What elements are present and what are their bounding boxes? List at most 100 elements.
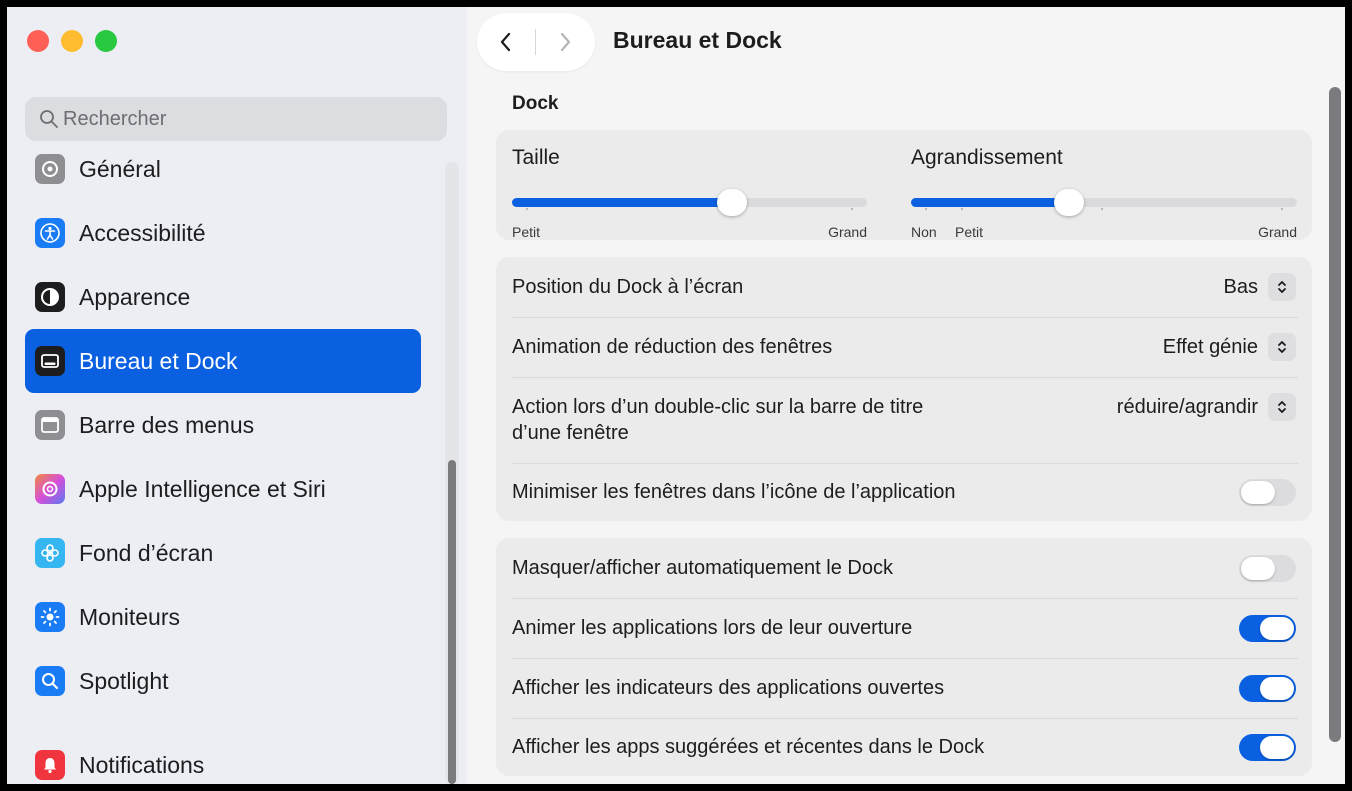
minimize-into-app-row: Minimiser les fenêtres dans l’icône de l… bbox=[496, 463, 1312, 521]
sidebar-item-displays[interactable]: Moniteurs bbox=[25, 585, 421, 649]
display-icon bbox=[35, 602, 65, 632]
size-slider-ticks bbox=[512, 208, 867, 214]
sidebar-item-desktop-dock[interactable]: Bureau et Dock bbox=[25, 329, 421, 393]
autohide-label: Masquer/afficher automatiquement le Dock bbox=[512, 557, 893, 579]
show-suggested-toggle[interactable] bbox=[1239, 733, 1296, 761]
sidebar-item-label: Général bbox=[79, 155, 161, 182]
sidebar-item-label: Barre des menus bbox=[79, 411, 255, 438]
dock-position-label: Position du Dock à l’écran bbox=[512, 276, 744, 298]
magnification-slider-min-label: Petit bbox=[955, 224, 984, 240]
accessibility-icon bbox=[35, 218, 65, 248]
autohide-row: Masquer/afficher automatiquement le Dock bbox=[496, 538, 1312, 598]
zoom-button[interactable] bbox=[95, 30, 117, 52]
dock-behavior-card: Position du Dock à l’écran Bas Animation… bbox=[496, 257, 1312, 521]
chevron-left-icon bbox=[500, 32, 511, 52]
toggle-knob bbox=[1241, 556, 1275, 580]
dock-icon bbox=[35, 346, 65, 376]
sidebar-scrollbar[interactable] bbox=[448, 460, 456, 784]
close-button[interactable] bbox=[27, 30, 49, 52]
sidebar-item-label: Spotlight bbox=[79, 667, 169, 694]
double-click-row: Action lors d’un double-clic sur la barr… bbox=[496, 377, 1312, 463]
slider-tick bbox=[1281, 208, 1283, 210]
minimize-effect-popup[interactable]: Effet génie bbox=[1163, 333, 1296, 361]
sidebar-item-apple-intelligence-siri[interactable]: Apple Intelligence et Siri bbox=[25, 457, 421, 521]
slider-tick bbox=[925, 208, 927, 210]
minimize-button[interactable] bbox=[61, 30, 83, 52]
minimize-into-app-label: Minimiser les fenêtres dans l’icône de l… bbox=[512, 481, 956, 503]
main-scrollbar[interactable] bbox=[1329, 87, 1341, 742]
slider-tick bbox=[526, 208, 528, 210]
dock-position-popup[interactable]: Bas bbox=[1224, 273, 1296, 301]
chevron-updown-icon bbox=[1268, 273, 1296, 301]
sidebar-item-general[interactable]: Général bbox=[25, 137, 421, 201]
autohide-toggle[interactable] bbox=[1239, 554, 1296, 582]
minimize-effect-label: Animation de réduction des fenêtres bbox=[512, 336, 833, 358]
search-input[interactable] bbox=[63, 107, 443, 131]
chevron-right-icon bbox=[560, 32, 571, 52]
sidebar-item-accessibility[interactable]: Accessibilité bbox=[25, 201, 421, 265]
minimize-effect-value: Effet génie bbox=[1162, 335, 1258, 358]
sidebar-item-label: Apparence bbox=[79, 283, 191, 310]
sidebar-item-menubar[interactable]: Barre des menus bbox=[25, 393, 421, 457]
sidebar-item-label: Accessibilité bbox=[79, 219, 206, 246]
toggle-knob bbox=[1260, 616, 1294, 640]
show-indicators-row: Afficher les indicateurs des application… bbox=[496, 658, 1312, 718]
size-slider-label: Taille bbox=[512, 146, 560, 169]
sidebar-item-label: Apple Intelligence et Siri bbox=[79, 475, 326, 502]
magnification-slider-ticks bbox=[911, 208, 1297, 214]
show-indicators-label: Afficher les indicateurs des application… bbox=[512, 677, 945, 699]
sidebar-item-label: Bureau et Dock bbox=[79, 347, 238, 374]
sidebar-item-wallpaper[interactable]: Fond d’écran bbox=[25, 521, 421, 585]
search-field[interactable] bbox=[25, 97, 447, 141]
toggle-knob bbox=[1260, 676, 1294, 700]
double-click-label-line1: Action lors d’un double-clic sur la barr… bbox=[512, 396, 924, 418]
double-click-label: Action lors d’un double-clic sur la barr… bbox=[512, 394, 1117, 446]
sidebar-item-appearance[interactable]: Apparence bbox=[25, 265, 421, 329]
minimize-effect-row: Animation de réduction des fenêtres Effe… bbox=[496, 317, 1312, 377]
size-slider[interactable] bbox=[512, 189, 867, 216]
size-slider-group: Taille Petit Grand bbox=[512, 146, 867, 240]
notifications-icon bbox=[35, 750, 65, 780]
sidebar-item-label: Fond d’écran bbox=[79, 539, 214, 566]
minimize-into-app-toggle[interactable] bbox=[1239, 478, 1296, 506]
settings-window: Général Accessibilité Apparence Bureau e… bbox=[7, 7, 1345, 784]
show-suggested-row: Afficher les apps suggérées et récentes … bbox=[496, 718, 1312, 776]
spotlight-icon bbox=[35, 666, 65, 696]
section-title-dock: Dock bbox=[512, 93, 559, 114]
sidebar-item-spotlight[interactable]: Spotlight bbox=[25, 649, 421, 713]
back-button[interactable] bbox=[477, 13, 535, 71]
dock-position-row: Position du Dock à l’écran Bas bbox=[496, 257, 1312, 317]
appearance-icon bbox=[35, 282, 65, 312]
sidebar-item-notifications[interactable]: Notifications bbox=[25, 733, 421, 784]
history-nav bbox=[477, 13, 595, 71]
size-slider-fill bbox=[512, 198, 733, 207]
toggle-knob bbox=[1260, 735, 1294, 759]
sidebar-item-label: Notifications bbox=[79, 751, 205, 778]
forward-button[interactable] bbox=[536, 13, 594, 71]
siri-icon bbox=[35, 474, 65, 504]
dock-options-card: Masquer/afficher automatiquement le Dock… bbox=[496, 538, 1312, 776]
chevron-updown-icon bbox=[1268, 393, 1296, 421]
magnification-slider-off-label: Non bbox=[911, 224, 937, 240]
page-title: Bureau et Dock bbox=[613, 27, 782, 53]
main-panel: Bureau et Dock Dock Taille Petit Grand A… bbox=[467, 7, 1345, 784]
magnification-slider-label: Agrandissement bbox=[911, 146, 1063, 169]
show-indicators-toggle[interactable] bbox=[1239, 674, 1296, 702]
menubar-icon bbox=[35, 410, 65, 440]
slider-tick bbox=[961, 208, 963, 210]
magnification-slider[interactable] bbox=[911, 189, 1297, 216]
show-suggested-label: Afficher les apps suggérées et récentes … bbox=[512, 736, 985, 758]
double-click-popup[interactable]: réduire/agrandir bbox=[1117, 393, 1296, 421]
search-icon bbox=[40, 110, 58, 128]
dock-size-card: Taille Petit Grand Agrandissement Non Pe… bbox=[496, 130, 1312, 240]
double-click-value: réduire/agrandir bbox=[1116, 395, 1258, 418]
animate-opening-row: Animer les applications lors de leur ouv… bbox=[496, 598, 1312, 658]
dock-position-value: Bas bbox=[1223, 275, 1258, 298]
magnification-slider-max-label: Grand bbox=[1258, 224, 1297, 240]
animate-opening-toggle[interactable] bbox=[1239, 614, 1296, 642]
slider-tick bbox=[851, 208, 853, 210]
double-click-label-line2: d’une fenêtre bbox=[512, 422, 629, 444]
slider-tick bbox=[1101, 208, 1103, 210]
gear-icon bbox=[35, 154, 65, 184]
sidebar-item-label: Moniteurs bbox=[79, 603, 180, 630]
